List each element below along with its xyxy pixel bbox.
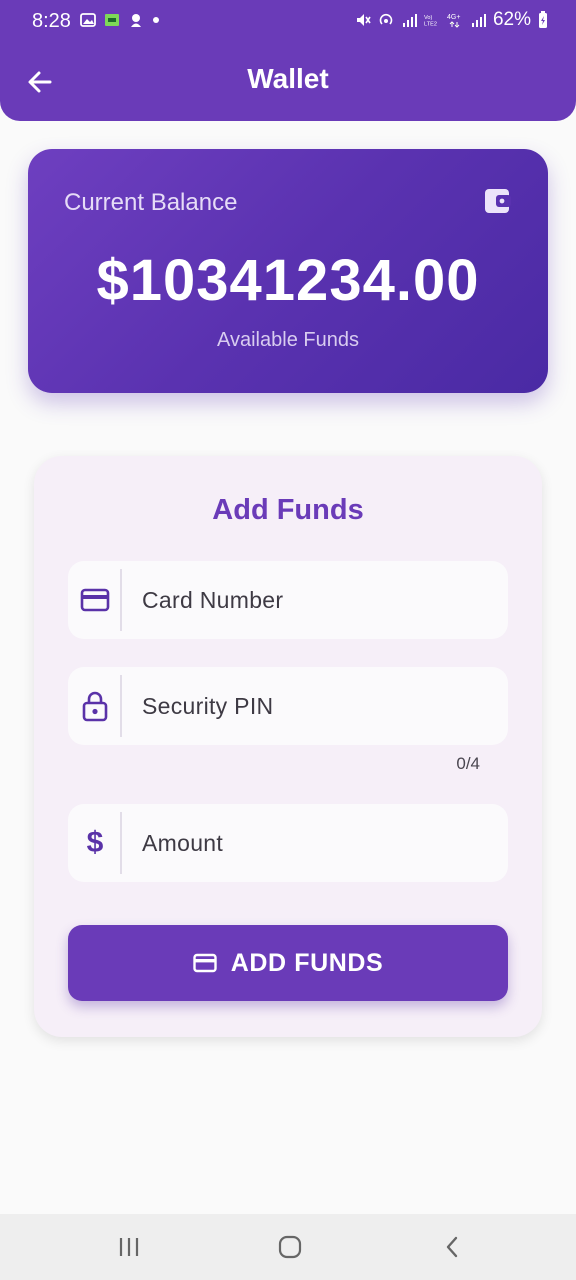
field-divider [120,812,122,874]
hotspot-icon [379,13,393,25]
credit-card-icon [192,953,217,973]
app-bar: 8:28 Vo) LTE2 4G+ 62% Wallet [0,0,576,121]
dollar-icon: $ [86,826,104,859]
lock-icon [78,689,112,723]
app-notification-icon [105,14,119,26]
signal-icon [402,14,417,27]
home-icon [278,1235,302,1259]
battery-percent: 62% [492,9,531,30]
gallery-icon [80,13,96,27]
add-funds-title: Add Funds [212,494,364,526]
notification-icons [80,12,160,28]
pin-counter: 0/4 [456,754,480,773]
amount-placeholder: Amount [142,830,224,856]
status-bar: 8:28 Vo) LTE2 4G+ 62% [0,0,576,44]
status-time: 8:28 [32,10,71,32]
nav-back-button[interactable] [430,1230,474,1264]
wallet-screen: 8:28 Vo) LTE2 4G+ 62% Wallet Current Bal… [0,0,576,1280]
signal-icon-2 [471,14,486,27]
add-funds-button-label: ADD FUNDS [230,948,384,977]
system-icons: Vo) LTE2 4G+ 62% [355,9,548,31]
card-number-placeholder: Card Number [142,587,284,613]
svg-text:LTE2: LTE2 [424,22,437,28]
ghost-icon [131,14,141,27]
recents-button[interactable] [107,1230,151,1264]
balance-subtitle: Available Funds [217,329,359,351]
svg-text:Vo): Vo) [424,15,433,21]
security-pin-field[interactable]: Security PIN [68,667,508,745]
battery-icon [539,11,547,28]
amount-field[interactable]: $ Amount [68,804,508,882]
wallet-icon [485,189,511,213]
4g-icon: 4G+ [447,14,460,28]
balance-label: Current Balance [64,189,238,216]
security-pin-placeholder: Security PIN [142,693,274,719]
home-button[interactable] [268,1230,312,1264]
add-funds-button[interactable]: ADD FUNDS [68,925,508,1001]
svg-text:4G+: 4G+ [447,14,460,21]
field-divider [120,675,122,737]
mute-icon [356,14,371,26]
chevron-left-icon [446,1236,458,1258]
page-title: Wallet [247,63,329,94]
balance-card: Current Balance $10341234.00 Available F… [28,149,548,393]
balance-amount: $10341234.00 [96,248,480,313]
field-divider [120,569,122,631]
recents-icon [119,1238,139,1256]
add-funds-card: Add Funds Card Number Security PIN 0/4 $… [34,456,542,1037]
dot-icon [153,17,159,23]
card-number-field[interactable]: Card Number [68,561,508,639]
credit-card-icon [78,583,112,617]
volte-icon: Vo)LTE2 [424,15,437,28]
system-nav-bar [0,1214,576,1280]
